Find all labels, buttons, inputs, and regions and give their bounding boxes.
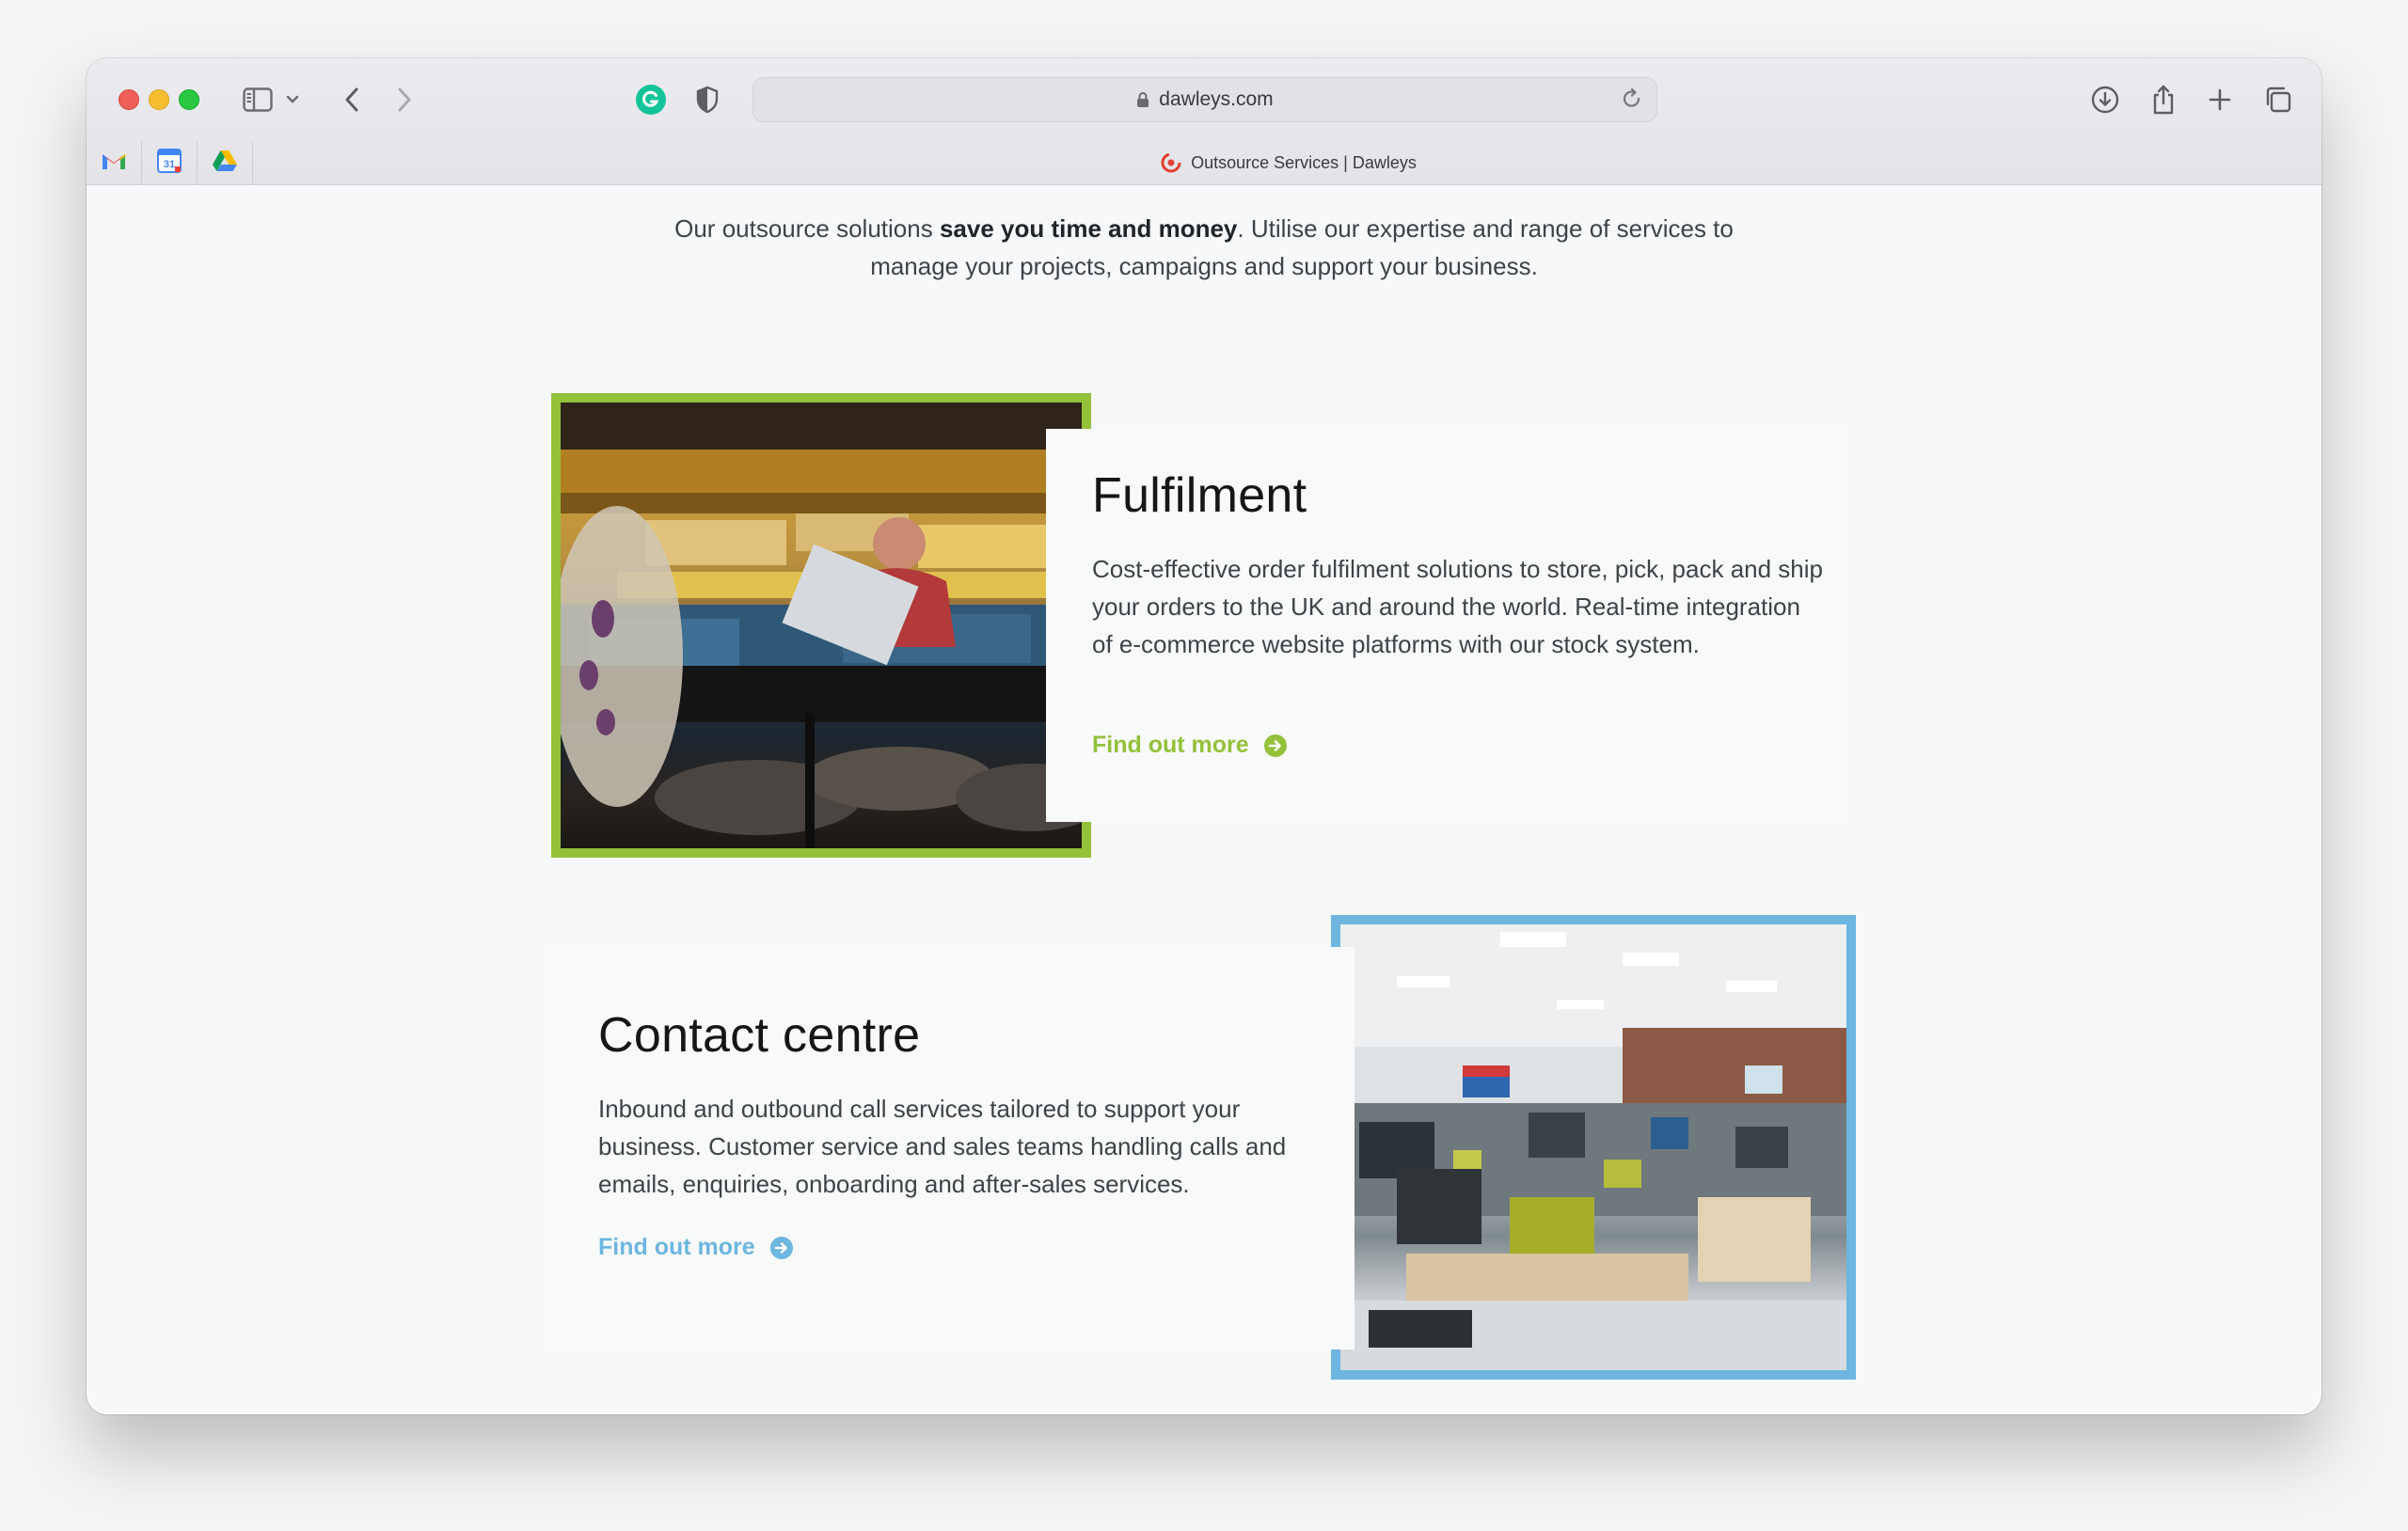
address-bar[interactable]: dawleys.com bbox=[752, 77, 1657, 122]
gmail-icon bbox=[101, 150, 127, 176]
tab-title-text: Outsource Services | Dawleys bbox=[1191, 152, 1417, 172]
bookmark-gmail[interactable] bbox=[87, 141, 142, 184]
forward-icon[interactable] bbox=[386, 79, 423, 120]
arrow-circle-right-icon bbox=[769, 1236, 793, 1259]
minimize-window-button[interactable] bbox=[149, 89, 169, 110]
fulfilment-find-out-more-link[interactable]: Find out more bbox=[1092, 732, 1287, 759]
intro-text-start: Our outsource solutions bbox=[674, 214, 940, 243]
contact-centre-description: Inbound and outbound call services tailo… bbox=[598, 1095, 1287, 1198]
close-window-button[interactable] bbox=[119, 89, 139, 110]
fulfilment-warehouse-photo bbox=[561, 402, 1082, 848]
downloads-icon[interactable] bbox=[2084, 79, 2126, 120]
contact-centre-find-out-more-link[interactable]: Find out more bbox=[598, 1234, 793, 1261]
arrow-circle-right-icon bbox=[1263, 734, 1287, 757]
browser-window: dawleys.com 31 Outsource Services | Dawl… bbox=[87, 58, 2321, 1414]
contact-centre-title: Contact centre bbox=[598, 1008, 921, 1063]
calendar-day-label: 31 bbox=[164, 159, 175, 170]
tab-bar: 31 Outsource Services | Dawleys bbox=[87, 141, 2321, 184]
grammarly-extension-icon[interactable] bbox=[632, 79, 670, 120]
intro-paragraph: Our outsource solutions save you time an… bbox=[632, 210, 1776, 285]
drive-icon bbox=[212, 150, 238, 177]
calendar-icon: 31 bbox=[157, 148, 182, 178]
page-content: Our outsource solutions save you time an… bbox=[87, 185, 2321, 1414]
sidebar-menu-chevron-icon[interactable] bbox=[282, 79, 303, 120]
contact-centre-link-label: Find out more bbox=[598, 1234, 755, 1260]
back-icon[interactable] bbox=[333, 79, 371, 120]
fulfilment-link-label: Find out more bbox=[1092, 732, 1249, 758]
new-tab-icon[interactable] bbox=[2199, 79, 2241, 120]
browser-chrome: dawleys.com 31 Outsource Services | Dawl… bbox=[87, 58, 2321, 185]
bookmark-drive[interactable] bbox=[198, 141, 253, 184]
sidebar-toggle-icon[interactable] bbox=[237, 79, 278, 120]
bookmark-calendar[interactable]: 31 bbox=[142, 141, 198, 184]
browser-toolbar: dawleys.com bbox=[87, 58, 2321, 141]
active-tab[interactable]: Outsource Services | Dawleys bbox=[256, 141, 2321, 184]
dawleys-favicon-icon bbox=[1161, 152, 1181, 173]
reload-icon[interactable] bbox=[1621, 87, 1643, 111]
zoom-window-button[interactable] bbox=[179, 89, 199, 110]
intro-text-bold: save you time and money bbox=[939, 214, 1238, 243]
share-icon[interactable] bbox=[2143, 79, 2184, 120]
tab-overview-icon[interactable] bbox=[2258, 79, 2299, 120]
privacy-shield-icon[interactable] bbox=[689, 79, 726, 120]
fulfilment-description: Cost-effective order fulfilment solution… bbox=[1092, 555, 1824, 658]
lock-icon bbox=[1136, 91, 1149, 108]
url-text: dawleys.com bbox=[1159, 88, 1274, 110]
contact-centre-office-photo bbox=[1340, 924, 1846, 1370]
fulfilment-title: Fulfilment bbox=[1092, 468, 1307, 523]
